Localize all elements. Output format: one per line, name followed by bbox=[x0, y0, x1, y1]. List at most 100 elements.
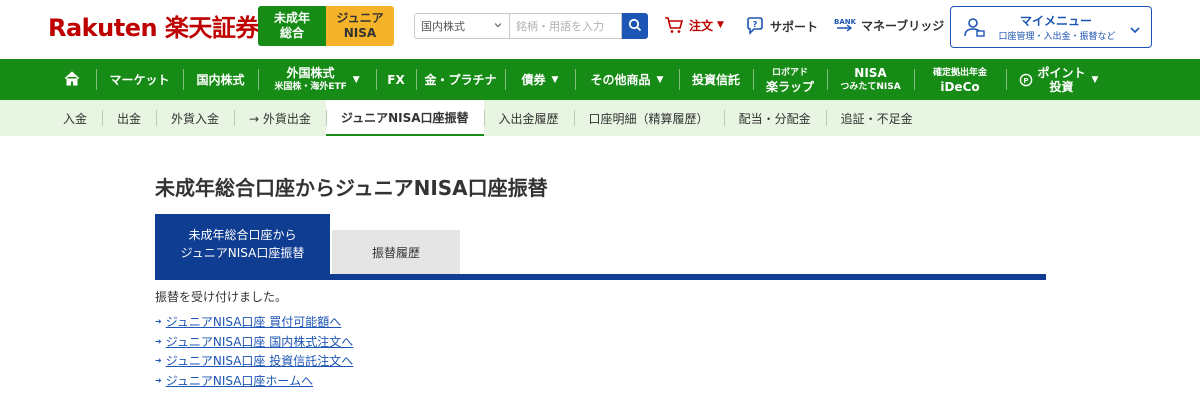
nav-other-products-label: その他商品 bbox=[590, 72, 651, 87]
link-domestic-stock-order[interactable]: ジュニアNISA口座 国内株式注文へ bbox=[166, 333, 354, 350]
caret-down-icon: ▼ bbox=[551, 74, 559, 85]
tab-transfer[interactable]: 未成年総合口座から ジュニアNISA口座振替 bbox=[155, 214, 330, 274]
tab-junior-nisa-account[interactable]: ジュニア NISA bbox=[326, 6, 394, 46]
my-menu-subtitle: 口座管理・入出金・振替など bbox=[998, 32, 1116, 42]
arrow-right-icon: ➔ bbox=[155, 317, 162, 327]
nav-foreign-stocks-sub: 米国株・海外ETF bbox=[274, 81, 347, 92]
tab-transfer-history[interactable]: 振替履歴 bbox=[332, 230, 460, 274]
page-title: 未成年総合口座からジュニアNISA口座振替 bbox=[155, 176, 548, 200]
sub-navigation: 入金 出金 外貨入金 → 外貨出金 ジュニアNISA口座振替 入出金履歴 口座明… bbox=[0, 100, 1200, 136]
nav-points[interactable]: P ポイント 投資 ▼ bbox=[1006, 59, 1111, 100]
subnav-deposit[interactable]: 入金 bbox=[48, 100, 102, 136]
nav-ideco-text: 確定拠出年金 iDeCo bbox=[933, 66, 987, 94]
support-chat-icon: ? bbox=[745, 16, 765, 36]
nav-gold-platinum[interactable]: 金・プラチナ bbox=[416, 59, 505, 100]
tab-transfer-line2: ジュニアNISA口座振替 bbox=[180, 246, 305, 260]
nav-nisa[interactable]: NISA つみたてNISA bbox=[827, 59, 914, 100]
nav-bonds[interactable]: 債券 ▼ bbox=[505, 59, 575, 100]
tab-transfer-line1: 未成年総合口座から bbox=[188, 228, 297, 242]
nav-nisa-sub: つみたてNISA bbox=[840, 81, 901, 92]
list-item: ➔ ジュニアNISA口座 国内株式注文へ bbox=[155, 332, 353, 352]
nav-market-label: マーケット bbox=[109, 72, 170, 87]
support-link[interactable]: ? サポート bbox=[745, 16, 818, 36]
nav-domestic-stocks[interactable]: 国内株式 bbox=[183, 59, 258, 100]
nav-ideco-sub: iDeCo bbox=[940, 79, 980, 94]
link-junior-nisa-home[interactable]: ジュニアNISA口座ホームへ bbox=[166, 372, 313, 389]
subnav-junior-nisa-transfer[interactable]: ジュニアNISA口座振替 bbox=[325, 100, 484, 136]
my-menu-button[interactable]: マイメニュー 口座管理・入出金・振替など bbox=[950, 6, 1152, 48]
list-item: ➔ ジュニアNISA口座 買付可能額へ bbox=[155, 312, 353, 332]
tab-underline-bar bbox=[155, 274, 1046, 280]
account-type-tabs: 未成年 総合 ジュニア NISA bbox=[258, 6, 394, 46]
chevron-down-icon bbox=[493, 20, 503, 33]
order-label: 注文 bbox=[689, 18, 714, 33]
nav-gold-platinum-label: 金・プラチナ bbox=[424, 72, 497, 87]
search-category-select[interactable]: 国内株式 bbox=[414, 13, 510, 39]
nav-foreign-stocks-text: 外国株式 米国株・海外ETF bbox=[274, 66, 346, 94]
subnav-dividends[interactable]: 配当・分配金 bbox=[723, 100, 826, 136]
nav-home[interactable] bbox=[48, 59, 96, 100]
nav-investment-trusts-label: 投資信託 bbox=[691, 72, 740, 87]
order-menu-link[interactable]: 注文 ▼ bbox=[664, 16, 724, 34]
nav-points-text: ポイント 投資 bbox=[1038, 66, 1086, 94]
tab-minor-general-account[interactable]: 未成年 総合 bbox=[258, 6, 326, 46]
svg-text:BANK: BANK bbox=[834, 18, 856, 26]
money-bridge-label: マネーブリッジ bbox=[861, 18, 945, 33]
link-buying-power[interactable]: ジュニアNISA口座 買付可能額へ bbox=[166, 313, 342, 330]
nav-bonds-label: 債券 bbox=[521, 72, 546, 87]
caret-down-icon: ▼ bbox=[352, 74, 360, 85]
nav-market[interactable]: マーケット bbox=[96, 59, 183, 100]
search-button[interactable] bbox=[622, 13, 648, 39]
arrow-right-icon: ➔ bbox=[155, 356, 162, 366]
link-fund-order[interactable]: ジュニアNISA口座 投資信託注文へ bbox=[166, 352, 354, 369]
list-item: ➔ ジュニアNISA口座 投資信託注文へ bbox=[155, 351, 353, 371]
subnav-margin-call[interactable]: 追証・不足金 bbox=[825, 100, 928, 136]
rakuten-logo[interactable]: Rakuten 楽天証券 bbox=[48, 10, 259, 42]
nav-ideco-label: 確定拠出年金 bbox=[932, 67, 987, 78]
coin-icon: P bbox=[1019, 73, 1033, 87]
nav-points-sub: 投資 bbox=[1049, 79, 1074, 94]
nav-investment-trusts[interactable]: 投資信託 bbox=[679, 59, 753, 100]
nav-robo-advisor-sub: 楽ラップ bbox=[765, 79, 814, 94]
nav-foreign-stocks[interactable]: 外国株式 米国株・海外ETF ▼ bbox=[258, 59, 376, 100]
subnav-withdrawal[interactable]: 出金 bbox=[102, 100, 156, 136]
subnav-account-statement[interactable]: 口座明細（精算履歴） bbox=[573, 100, 724, 136]
chevron-down-icon bbox=[1129, 21, 1141, 40]
nav-domestic-stocks-label: 国内株式 bbox=[196, 72, 245, 87]
nav-robo-advisor-text: ロボアド 楽ラップ bbox=[766, 66, 814, 94]
next-action-links: ➔ ジュニアNISA口座 買付可能額へ ➔ ジュニアNISA口座 国内株式注文へ… bbox=[155, 312, 353, 390]
confirmation-message: 振替を受け付けました。 bbox=[155, 290, 288, 304]
caret-down-icon: ▼ bbox=[1091, 74, 1099, 85]
nav-fx[interactable]: FX bbox=[376, 59, 416, 100]
caret-down-icon: ▼ bbox=[717, 20, 724, 30]
nav-robo-advisor[interactable]: ロボアド 楽ラップ bbox=[753, 59, 827, 100]
nav-nisa-text: NISA つみたてNISA bbox=[840, 66, 900, 94]
subnav-fx-withdrawal[interactable]: → 外貨出金 bbox=[234, 100, 326, 136]
search-input[interactable] bbox=[510, 13, 622, 39]
nav-other-products[interactable]: その他商品 ▼ bbox=[575, 59, 679, 100]
bank-icon: BANK bbox=[834, 16, 856, 34]
nav-nisa-label: NISA bbox=[854, 65, 887, 80]
search-bar: 国内株式 bbox=[414, 13, 648, 39]
subnav-transaction-history[interactable]: 入出金履歴 bbox=[483, 100, 574, 136]
nav-points-label: ポイント bbox=[1037, 65, 1086, 80]
cart-icon bbox=[664, 16, 684, 34]
nav-foreign-stocks-label: 外国株式 bbox=[286, 65, 335, 80]
main-navigation: マーケット 国内株式 外国株式 米国株・海外ETF ▼ FX 金・プラチナ 債券… bbox=[0, 59, 1200, 100]
search-icon bbox=[628, 17, 642, 36]
svg-text:?: ? bbox=[753, 20, 758, 29]
home-icon bbox=[64, 70, 80, 89]
svg-text:P: P bbox=[1023, 77, 1028, 85]
subnav-fx-deposit[interactable]: 外貨入金 bbox=[156, 100, 234, 136]
search-category-value: 国内株式 bbox=[421, 20, 465, 33]
list-item: ➔ ジュニアNISA口座ホームへ bbox=[155, 371, 353, 391]
logo-text: Rakuten 楽天証券 bbox=[48, 13, 259, 42]
caret-down-icon: ▼ bbox=[656, 74, 664, 85]
nav-robo-advisor-label: ロボアド bbox=[771, 67, 808, 78]
money-bridge-link[interactable]: BANK マネーブリッジ bbox=[834, 16, 944, 34]
my-menu-title: マイメニュー bbox=[1019, 14, 1092, 28]
arrow-right-icon: ➔ bbox=[155, 375, 162, 385]
nav-ideco[interactable]: 確定拠出年金 iDeCo bbox=[914, 59, 1006, 100]
user-icon bbox=[963, 16, 985, 42]
arrow-right-icon: ➔ bbox=[155, 336, 162, 346]
